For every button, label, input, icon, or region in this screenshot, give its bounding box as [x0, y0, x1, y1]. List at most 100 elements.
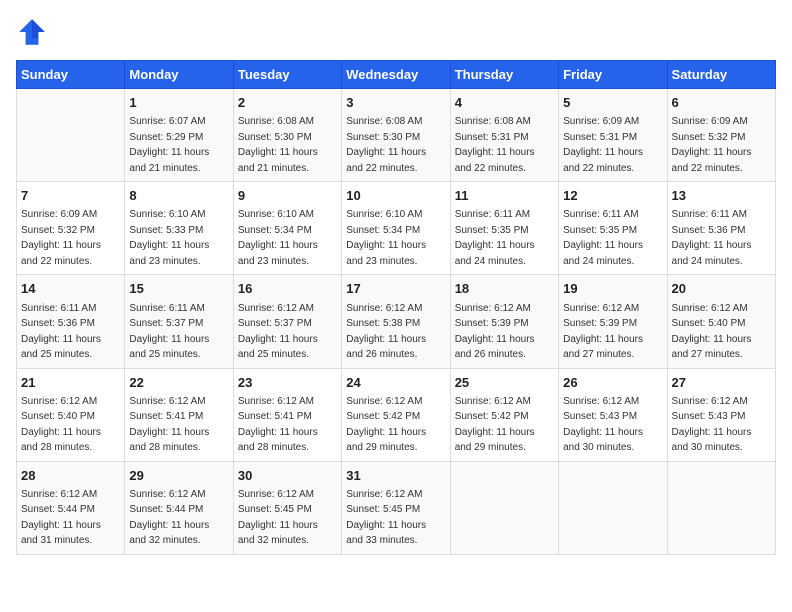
calendar-cell: 17Sunrise: 6:12 AM Sunset: 5:38 PM Dayli…	[342, 275, 450, 368]
logo-icon	[16, 16, 48, 48]
calendar-week-row: 14 Sunrise: 6:11 AM Sunset: 5:36 PM Dayli…	[17, 275, 776, 368]
calendar-cell: 11Sunrise: 6:11 AM Sunset: 5:35 PM Dayli…	[450, 182, 558, 275]
logo	[16, 16, 52, 48]
column-header-sunday: Sunday	[17, 61, 125, 89]
calendar-cell: 6Sunrise: 6:09 AM Sunset: 5:32 PM Daylig…	[667, 89, 775, 182]
calendar-cell: 19 Sunrise: 6:12 AM Sunset: 5:39 PM Dayli…	[559, 275, 667, 368]
date-number: 26	[563, 374, 662, 392]
date-number: 28	[21, 467, 120, 485]
calendar-cell	[559, 461, 667, 554]
calendar-cell: 3 Sunrise: 6:08 AM Sunset: 5:30 PM Daylig…	[342, 89, 450, 182]
cell-info: Sunrise: 6:12 AM Sunset: 5:44 PM Dayligh…	[21, 489, 101, 547]
calendar-cell: 27 Sunrise: 6:12 AM Sunset: 5:43 PM Dayli…	[667, 368, 775, 461]
calendar-cell: 31 Sunrise: 6:12 AM Sunset: 5:45 PM Dayli…	[342, 461, 450, 554]
calendar-cell: 25 Sunrise: 6:12 AM Sunset: 5:42 PM Dayli…	[450, 368, 558, 461]
date-number: 9	[238, 187, 337, 205]
cell-info: Sunrise: 6:12 AM Sunset: 5:44 PM Dayligh…	[129, 489, 209, 547]
cell-info: Sunrise: 6:10 AM Sunset: 5:33 PM Dayligh…	[129, 209, 209, 267]
cell-info: Sunrise: 6:12 AM Sunset: 5:41 PM Dayligh…	[129, 396, 209, 454]
column-header-thursday: Thursday	[450, 61, 558, 89]
cell-info: Sunrise: 6:12 AM Sunset: 5:43 PM Dayligh…	[563, 396, 643, 454]
page-header	[16, 16, 776, 48]
cell-info: Sunrise: 6:12 AM Sunset: 5:40 PM Dayligh…	[672, 303, 752, 361]
calendar-cell	[17, 89, 125, 182]
column-header-wednesday: Wednesday	[342, 61, 450, 89]
date-number: 18	[455, 280, 554, 298]
calendar-cell: 2 Sunrise: 6:08 AM Sunset: 5:30 PM Daylig…	[233, 89, 341, 182]
calendar-week-row: 28 Sunrise: 6:12 AM Sunset: 5:44 PM Dayli…	[17, 461, 776, 554]
calendar-week-row: 21 Sunrise: 6:12 AM Sunset: 5:40 PM Dayli…	[17, 368, 776, 461]
cell-info: Sunrise: 6:11 AM Sunset: 5:36 PM Dayligh…	[21, 303, 101, 361]
date-number: 13	[672, 187, 771, 205]
column-header-friday: Friday	[559, 61, 667, 89]
calendar-cell: 5 Sunrise: 6:09 AM Sunset: 5:31 PM Daylig…	[559, 89, 667, 182]
calendar-cell: 28 Sunrise: 6:12 AM Sunset: 5:44 PM Dayli…	[17, 461, 125, 554]
date-number: 27	[672, 374, 771, 392]
calendar-cell	[667, 461, 775, 554]
cell-info: Sunrise: 6:11 AM Sunset: 5:36 PM Dayligh…	[672, 209, 752, 267]
calendar-cell: 14 Sunrise: 6:11 AM Sunset: 5:36 PM Dayli…	[17, 275, 125, 368]
calendar-week-row: 7Sunrise: 6:09 AM Sunset: 5:32 PM Daylig…	[17, 182, 776, 275]
date-number: 21	[21, 374, 120, 392]
date-number: 7	[21, 187, 120, 205]
column-header-tuesday: Tuesday	[233, 61, 341, 89]
cell-info: Sunrise: 6:08 AM Sunset: 5:30 PM Dayligh…	[238, 116, 318, 174]
cell-info: Sunrise: 6:09 AM Sunset: 5:31 PM Dayligh…	[563, 116, 643, 174]
calendar-cell: 12Sunrise: 6:11 AM Sunset: 5:35 PM Dayli…	[559, 182, 667, 275]
cell-info: Sunrise: 6:12 AM Sunset: 5:39 PM Dayligh…	[563, 303, 643, 361]
date-number: 17	[346, 280, 445, 298]
date-number: 14	[21, 280, 120, 298]
calendar-cell	[450, 461, 558, 554]
calendar-cell: 4Sunrise: 6:08 AM Sunset: 5:31 PM Daylig…	[450, 89, 558, 182]
date-number: 24	[346, 374, 445, 392]
date-number: 2	[238, 94, 337, 112]
calendar-cell: 24 Sunrise: 6:12 AM Sunset: 5:42 PM Dayli…	[342, 368, 450, 461]
cell-info: Sunrise: 6:12 AM Sunset: 5:42 PM Dayligh…	[455, 396, 535, 454]
cell-info: Sunrise: 6:12 AM Sunset: 5:45 PM Dayligh…	[238, 489, 318, 547]
cell-info: Sunrise: 6:12 AM Sunset: 5:43 PM Dayligh…	[672, 396, 752, 454]
calendar-cell: 13 Sunrise: 6:11 AM Sunset: 5:36 PM Dayli…	[667, 182, 775, 275]
date-number: 4	[455, 94, 554, 112]
date-number: 22	[129, 374, 228, 392]
cell-info: Sunrise: 6:12 AM Sunset: 5:40 PM Dayligh…	[21, 396, 101, 454]
calendar-table: SundayMondayTuesdayWednesdayThursdayFrid…	[16, 60, 776, 555]
date-number: 8	[129, 187, 228, 205]
calendar-cell: 15Sunrise: 6:11 AM Sunset: 5:37 PM Dayli…	[125, 275, 233, 368]
calendar-cell: 8 Sunrise: 6:10 AM Sunset: 5:33 PM Daylig…	[125, 182, 233, 275]
cell-info: Sunrise: 6:12 AM Sunset: 5:41 PM Dayligh…	[238, 396, 318, 454]
date-number: 5	[563, 94, 662, 112]
calendar-cell: 18 Sunrise: 6:12 AM Sunset: 5:39 PM Dayli…	[450, 275, 558, 368]
date-number: 31	[346, 467, 445, 485]
date-number: 20	[672, 280, 771, 298]
date-number: 30	[238, 467, 337, 485]
cell-info: Sunrise: 6:11 AM Sunset: 5:35 PM Dayligh…	[455, 209, 535, 267]
calendar-cell: 16Sunrise: 6:12 AM Sunset: 5:37 PM Dayli…	[233, 275, 341, 368]
calendar-cell: 20 Sunrise: 6:12 AM Sunset: 5:40 PM Dayli…	[667, 275, 775, 368]
date-number: 23	[238, 374, 337, 392]
cell-info: Sunrise: 6:10 AM Sunset: 5:34 PM Dayligh…	[238, 209, 318, 267]
date-number: 1	[129, 94, 228, 112]
cell-info: Sunrise: 6:12 AM Sunset: 5:45 PM Dayligh…	[346, 489, 426, 547]
calendar-cell: 23 Sunrise: 6:12 AM Sunset: 5:41 PM Dayli…	[233, 368, 341, 461]
date-number: 3	[346, 94, 445, 112]
cell-info: Sunrise: 6:12 AM Sunset: 5:37 PM Dayligh…	[238, 303, 318, 361]
calendar-cell: 22 Sunrise: 6:12 AM Sunset: 5:41 PM Dayli…	[125, 368, 233, 461]
cell-info: Sunrise: 6:11 AM Sunset: 5:35 PM Dayligh…	[563, 209, 643, 267]
date-number: 29	[129, 467, 228, 485]
calendar-cell: 1Sunrise: 6:07 AM Sunset: 5:29 PM Daylig…	[125, 89, 233, 182]
date-number: 25	[455, 374, 554, 392]
calendar-cell: 10Sunrise: 6:10 AM Sunset: 5:34 PM Dayli…	[342, 182, 450, 275]
date-number: 15	[129, 280, 228, 298]
calendar-cell: 9 Sunrise: 6:10 AM Sunset: 5:34 PM Daylig…	[233, 182, 341, 275]
column-header-monday: Monday	[125, 61, 233, 89]
calendar-header-row: SundayMondayTuesdayWednesdayThursdayFrid…	[17, 61, 776, 89]
calendar-cell: 21 Sunrise: 6:12 AM Sunset: 5:40 PM Dayli…	[17, 368, 125, 461]
column-header-saturday: Saturday	[667, 61, 775, 89]
cell-info: Sunrise: 6:09 AM Sunset: 5:32 PM Dayligh…	[672, 116, 752, 174]
cell-info: Sunrise: 6:08 AM Sunset: 5:30 PM Dayligh…	[346, 116, 426, 174]
calendar-cell: 30 Sunrise: 6:12 AM Sunset: 5:45 PM Dayli…	[233, 461, 341, 554]
calendar-cell: 7Sunrise: 6:09 AM Sunset: 5:32 PM Daylig…	[17, 182, 125, 275]
cell-info: Sunrise: 6:12 AM Sunset: 5:39 PM Dayligh…	[455, 303, 535, 361]
cell-info: Sunrise: 6:12 AM Sunset: 5:42 PM Dayligh…	[346, 396, 426, 454]
date-number: 19	[563, 280, 662, 298]
